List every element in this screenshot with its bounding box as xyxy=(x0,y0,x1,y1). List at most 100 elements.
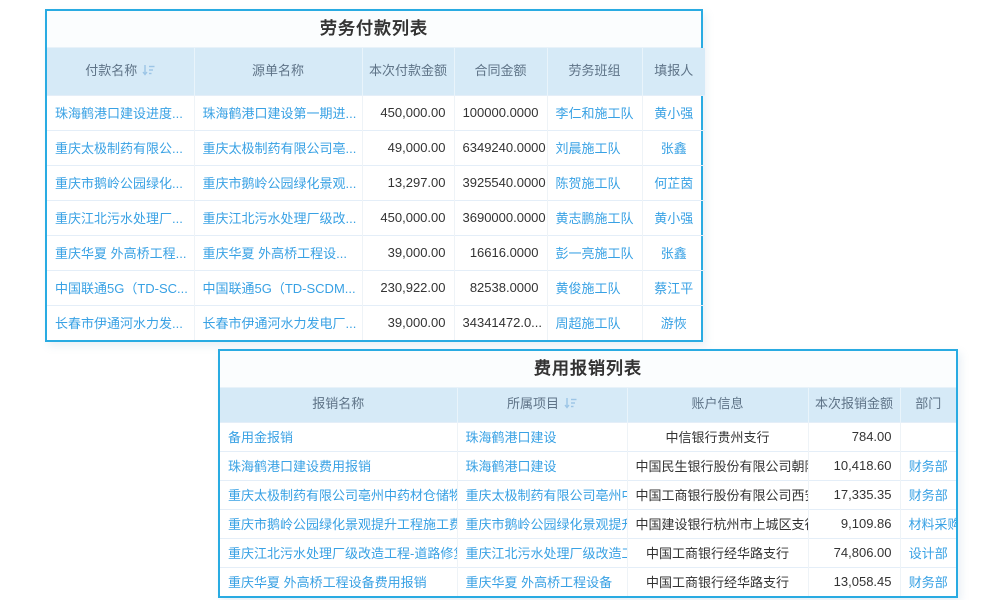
link-cell[interactable]: 财务部 xyxy=(900,480,956,509)
link-cell[interactable]: 李仁和施工队 xyxy=(547,95,642,130)
link-cell[interactable]: 张鑫 xyxy=(642,130,705,165)
link-cell[interactable]: 游恢 xyxy=(642,305,705,340)
value-cell: 6349240.0000 xyxy=(454,130,547,165)
link-cell[interactable]: 重庆江北污水处理厂... xyxy=(47,200,194,235)
link-cell[interactable]: 黄小强 xyxy=(642,200,705,235)
link-cell[interactable]: 黄志鹏施工队 xyxy=(547,200,642,235)
value-cell: 34341472.0... xyxy=(454,305,547,340)
table-row: 备用金报销珠海鹤港口建设中信银行贵州支行784.00 xyxy=(220,422,956,451)
column-header-4: 本次报销金额 xyxy=(808,388,900,422)
value-cell: 39,000.00 xyxy=(362,305,454,340)
value-cell: 中国工商银行经华路支行 xyxy=(627,538,808,567)
table-row: 重庆太极制药有限公司亳州中药材仓储物流基地...重庆太极制药有限公司亳州中药..… xyxy=(220,480,956,509)
table-row: 重庆市鹅岭公园绿化...重庆市鹅岭公园绿化景观...13,297.0039255… xyxy=(47,165,705,200)
link-cell[interactable]: 重庆太极制药有限公司亳州中药材仓储物流基地... xyxy=(220,480,457,509)
link-cell[interactable]: 长春市伊通河水力发电厂... xyxy=(194,305,362,340)
column-header-2: 源单名称 xyxy=(194,48,362,95)
column-header-label: 源单名称 xyxy=(252,63,304,78)
table-row: 重庆华夏 外高桥工程...重庆华夏 外高桥工程设...39,000.001661… xyxy=(47,235,705,270)
link-cell[interactable]: 重庆华夏 外高桥工程设... xyxy=(194,235,362,270)
value-cell: 39,000.00 xyxy=(362,235,454,270)
value-cell: 49,000.00 xyxy=(362,130,454,165)
value-cell xyxy=(900,422,956,451)
table-row: 重庆江北污水处理厂级改造工程-道路修复工程费...重庆江北污水处理厂级改造工程.… xyxy=(220,538,956,567)
value-cell: 784.00 xyxy=(808,422,900,451)
labor-payment-table-title: 劳务付款列表 xyxy=(47,11,701,48)
link-cell[interactable]: 刘晨施工队 xyxy=(547,130,642,165)
table-row: 重庆华夏 外高桥工程设备费用报销重庆华夏 外高桥工程设备中国工商银行经华路支行1… xyxy=(220,567,956,596)
link-cell[interactable]: 长春市伊通河水力发... xyxy=(47,305,194,340)
value-cell: 230,922.00 xyxy=(362,270,454,305)
link-cell[interactable]: 重庆华夏 外高桥工程设备 xyxy=(457,567,627,596)
value-cell: 13,058.45 xyxy=(808,567,900,596)
sort-icon xyxy=(564,397,577,409)
header-row: 付款名称 源单名称 本次付款金额 合同金额 劳务班组填报人 xyxy=(47,48,705,95)
column-header-1[interactable]: 付款名称 xyxy=(47,48,194,95)
value-cell: 10,418.60 xyxy=(808,451,900,480)
table-row: 珠海鹤港口建设费用报销珠海鹤港口建设中国民生银行股份有限公司朝阳支行10,418… xyxy=(220,451,956,480)
link-cell[interactable]: 重庆江北污水处理厂级改... xyxy=(194,200,362,235)
link-cell[interactable]: 备用金报销 xyxy=(220,422,457,451)
value-cell: 74,806.00 xyxy=(808,538,900,567)
link-cell[interactable]: 珠海鹤港口建设费用报销 xyxy=(220,451,457,480)
link-cell[interactable]: 珠海鹤港口建设第一期进... xyxy=(194,95,362,130)
link-cell[interactable]: 中国联通5G（TD-SC... xyxy=(47,270,194,305)
link-cell[interactable]: 重庆江北污水处理厂级改造工程-道路修复工程费... xyxy=(220,538,457,567)
link-cell[interactable]: 重庆华夏 外高桥工程设备费用报销 xyxy=(220,567,457,596)
column-header-3: 本次付款金额 xyxy=(362,48,454,95)
column-header-5: 劳务班组 xyxy=(547,48,642,95)
link-cell[interactable]: 珠海鹤港口建设 xyxy=(457,451,627,480)
table-row: 珠海鹤港口建设进度...珠海鹤港口建设第一期进...450,000.001000… xyxy=(47,95,705,130)
table-row: 重庆太极制药有限公...重庆太极制药有限公司亳...49,000.0063492… xyxy=(47,130,705,165)
value-cell: 17,335.35 xyxy=(808,480,900,509)
link-cell[interactable]: 重庆市鹅岭公园绿化景观... xyxy=(194,165,362,200)
header-row: 报销名称 所属项目 账户信息 本次报销金额部门 xyxy=(220,388,956,422)
column-header-1: 报销名称 xyxy=(220,388,457,422)
link-cell[interactable]: 何芷茵 xyxy=(642,165,705,200)
link-cell[interactable]: 设计部 xyxy=(900,538,956,567)
link-cell[interactable]: 张鑫 xyxy=(642,235,705,270)
link-cell[interactable]: 蔡江平 xyxy=(642,270,705,305)
column-header-label: 付款名称 xyxy=(85,63,137,78)
link-cell[interactable]: 财务部 xyxy=(900,567,956,596)
value-cell: 9,109.86 xyxy=(808,509,900,538)
table-row: 中国联通5G（TD-SC...中国联通5G（TD-SCDM...230,922.… xyxy=(47,270,705,305)
link-cell[interactable]: 重庆市鹅岭公园绿化... xyxy=(47,165,194,200)
link-cell[interactable]: 材料采购 xyxy=(900,509,956,538)
value-cell: 中国民生银行股份有限公司朝阳支行 xyxy=(627,451,808,480)
column-header-3: 账户信息 xyxy=(627,388,808,422)
link-cell[interactable]: 珠海鹤港口建设 xyxy=(457,422,627,451)
link-cell[interactable]: 重庆市鹅岭公园绿化景观提升工... xyxy=(457,509,627,538)
column-header-label: 本次付款金额 xyxy=(369,63,447,78)
column-header-2[interactable]: 所属项目 xyxy=(457,388,627,422)
link-cell[interactable]: 重庆市鹅岭公园绿化景观提升工程施工费用报销 xyxy=(220,509,457,538)
link-cell[interactable]: 陈贺施工队 xyxy=(547,165,642,200)
value-cell: 3925540.0000 xyxy=(454,165,547,200)
expense-reimbursement-table-title: 费用报销列表 xyxy=(220,351,956,388)
column-header-label: 合同金额 xyxy=(474,63,526,78)
link-cell[interactable]: 重庆华夏 外高桥工程... xyxy=(47,235,194,270)
value-cell: 16616.0000 xyxy=(454,235,547,270)
link-cell[interactable]: 重庆太极制药有限公司亳... xyxy=(194,130,362,165)
table-row: 重庆江北污水处理厂...重庆江北污水处理厂级改...450,000.003690… xyxy=(47,200,705,235)
link-cell[interactable]: 中国联通5G（TD-SCDM... xyxy=(194,270,362,305)
value-cell: 中国工商银行经华路支行 xyxy=(627,567,808,596)
link-cell[interactable]: 财务部 xyxy=(900,451,956,480)
link-cell[interactable]: 重庆太极制药有限公... xyxy=(47,130,194,165)
column-header-label: 账户信息 xyxy=(691,396,743,411)
link-cell[interactable]: 重庆江北污水处理厂级改造工程... xyxy=(457,538,627,567)
link-cell[interactable]: 黄小强 xyxy=(642,95,705,130)
column-header-label: 报销名称 xyxy=(312,396,364,411)
link-cell[interactable]: 黄俊施工队 xyxy=(547,270,642,305)
link-cell[interactable]: 珠海鹤港口建设进度... xyxy=(47,95,194,130)
table-row: 长春市伊通河水力发...长春市伊通河水力发电厂...39,000.0034341… xyxy=(47,305,705,340)
link-cell[interactable]: 重庆太极制药有限公司亳州中药... xyxy=(457,480,627,509)
value-cell: 中信银行贵州支行 xyxy=(627,422,808,451)
column-header-label: 部门 xyxy=(915,396,941,411)
link-cell[interactable]: 彭一亮施工队 xyxy=(547,235,642,270)
column-header-label: 填报人 xyxy=(654,63,693,78)
link-cell[interactable]: 周超施工队 xyxy=(547,305,642,340)
labor-payment-table: 付款名称 源单名称 本次付款金额 合同金额 劳务班组填报人 珠海鹤港口建设进度...珠海… xyxy=(47,48,705,340)
sort-icon xyxy=(142,64,155,76)
value-cell: 82538.0000 xyxy=(454,270,547,305)
